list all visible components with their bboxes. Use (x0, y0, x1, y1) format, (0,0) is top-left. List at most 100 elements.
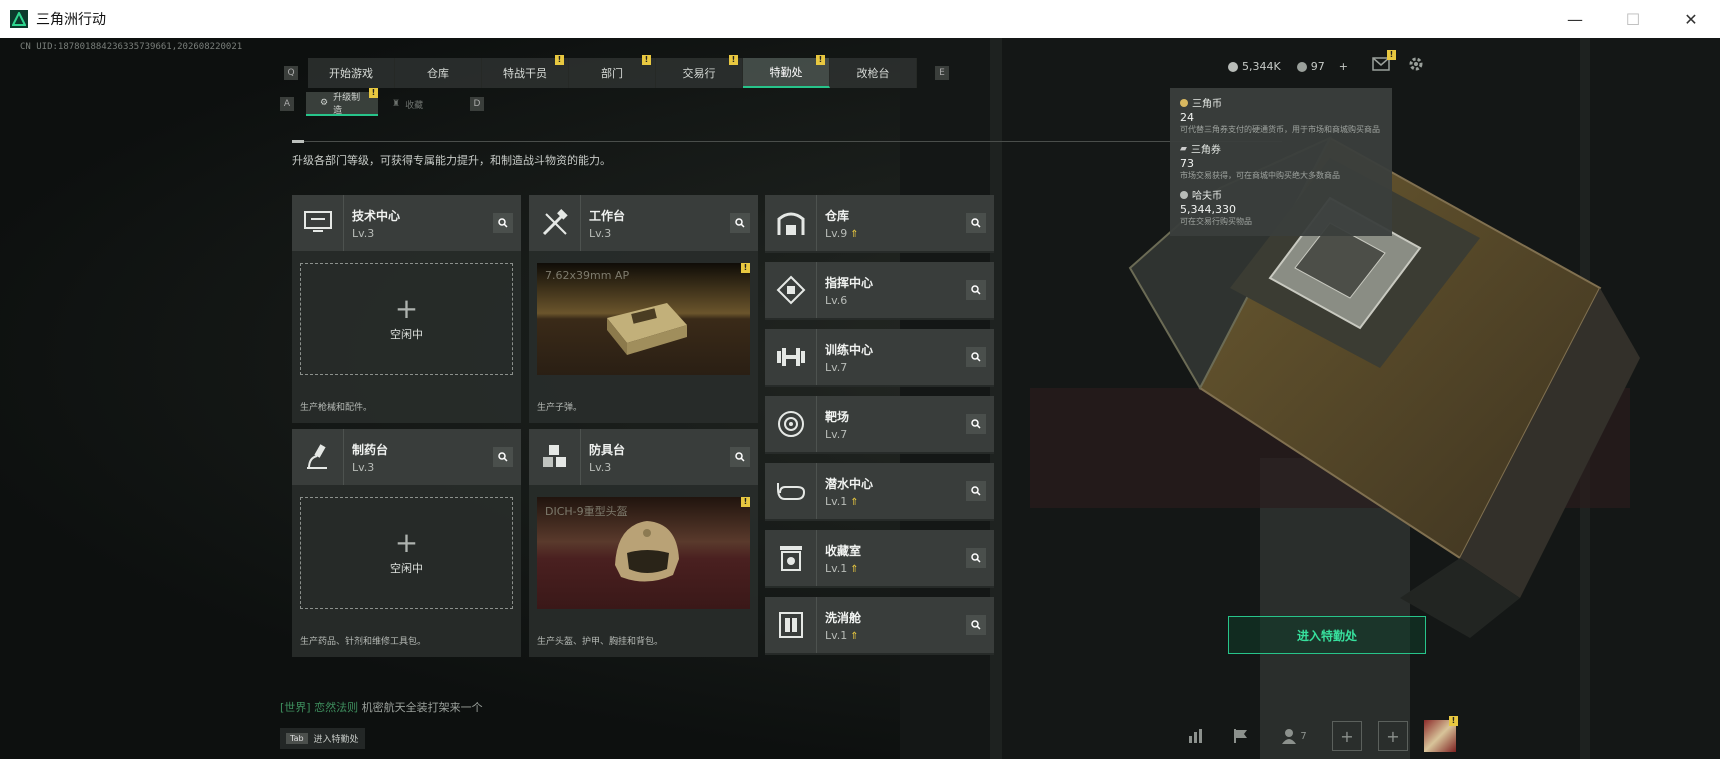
card-header: 制药台 Lv.3 (292, 429, 521, 485)
search-icon[interactable] (493, 213, 513, 233)
facility-row-collection-room[interactable]: 收藏室 Lv.1 ⇑ (765, 530, 994, 588)
tooltip-entry-value: 5,344,330 (1180, 203, 1236, 216)
facility-row-training-center[interactable]: 训练中心 Lv.7 (765, 329, 994, 387)
alert-badge: ! (1387, 50, 1396, 60)
card-level: Lv.3 (352, 461, 375, 474)
subnav-prev-key[interactable]: A (280, 97, 294, 111)
search-icon[interactable] (966, 481, 986, 501)
tooltip-entry-value: 24 (1180, 111, 1194, 124)
add-slot-button[interactable]: + (1378, 721, 1408, 751)
facility-row-shooting-range[interactable]: 靶场 Lv.7 (765, 396, 994, 454)
facility-row-warehouse[interactable]: 仓库 Lv.9 ⇑ (765, 195, 994, 253)
divider-accent (292, 140, 304, 143)
avatar[interactable]: ! (1424, 716, 1458, 752)
production-slot-item[interactable]: 7.62x39mm AP ! (537, 263, 750, 375)
facility-row-diving-center[interactable]: 潜水中心 Lv.1 ⇑ (765, 463, 994, 521)
row-title: 洗消舱 (825, 611, 862, 625)
stats-icon[interactable] (1180, 721, 1210, 751)
tab-warehouse[interactable]: 仓库 (395, 58, 482, 88)
facility-card-workbench[interactable]: 工作台 Lv.3 7.62x39mm AP ! 生产子弹。 (529, 195, 758, 423)
tooltip-entry-name: ▰ 三角券 (1180, 143, 1221, 157)
ticket-display[interactable]: 97 + (1296, 60, 1348, 73)
maximize-button[interactable]: ☐ (1604, 0, 1662, 38)
friends-icon[interactable]: 7 (1272, 721, 1316, 751)
tab-key-hint[interactable]: Tab 进入特勤处 (280, 728, 365, 749)
facility-row-command-center[interactable]: 指挥中心 Lv.6 (765, 262, 994, 320)
card-level: Lv.3 (589, 227, 612, 240)
search-icon[interactable] (966, 414, 986, 434)
tooltip-entry-desc: 可代替三角券支付的硬通货币，用于市场和商城购买商品 (1180, 125, 1380, 134)
facility-card-tech-center[interactable]: 技术中心 Lv.3 + 空闲中 生产枪械和配件。 (292, 195, 521, 423)
tooltip-entry-name: 哈夫币 (1180, 187, 1382, 202)
coin-icon (1180, 190, 1188, 199)
tab-start-game[interactable]: 开始游戏 (308, 58, 395, 88)
flag-icon[interactable] (1226, 721, 1256, 751)
add-slot-button[interactable]: + (1332, 721, 1362, 751)
chat-line[interactable]: [世界] 恋然法则 机密航天全装打架来一个 (280, 699, 483, 715)
row-header: 洗消舱 Lv.1 ⇑ (765, 597, 994, 653)
tab-trade[interactable]: 交易行! (656, 55, 743, 88)
tab-operators[interactable]: 特战干员! (482, 55, 569, 88)
tab-gunsmith[interactable]: 改枪台 (830, 58, 917, 88)
production-slot-item[interactable]: DICH-9重型头盔 ! (537, 497, 750, 609)
subnav-next-key[interactable]: D (470, 97, 484, 111)
add-currency-button[interactable]: + (1339, 60, 1348, 73)
add-icon: + (394, 292, 419, 325)
upgrade-available-icon: ⇑ (850, 497, 859, 508)
main-nav: Q 开始游戏 仓库 特战干员! 部门! 交易行! 特勤处! 改枪台 E (276, 55, 957, 88)
facility-card-pharmacy[interactable]: 制药台 Lv.3 + 空闲中 生产药品、针剂和维修工具包。 (292, 429, 521, 657)
minimize-button[interactable]: — (1546, 0, 1604, 38)
card-description: 生产枪械和配件。 (300, 403, 373, 413)
tab-collection[interactable]: ♜ 收藏 (378, 92, 458, 116)
search-icon[interactable] (966, 280, 986, 300)
search-icon[interactable] (966, 347, 986, 367)
search-icon[interactable] (966, 548, 986, 568)
enter-special-ops-button[interactable]: 进入特勤处 (1228, 616, 1426, 654)
card-title: 技术中心 (352, 209, 401, 223)
row-level: Lv.9 ⇑ (825, 227, 859, 240)
chat-sender[interactable]: 恋然法则 (314, 701, 358, 714)
tab-department[interactable]: 部门! (569, 55, 656, 88)
tools-icon (529, 195, 581, 251)
row-title: 仓库 (825, 209, 850, 223)
facility-row-decon-chamber[interactable]: 洗消舱 Lv.1 ⇑ (765, 597, 994, 655)
production-slot-empty[interactable]: + 空闲中 (300, 263, 513, 375)
tooltip-entry-name: 三角币 (1180, 95, 1382, 110)
row-level: Lv.1 ⇑ (825, 629, 859, 642)
alert-badge: ! (642, 55, 651, 65)
alert-badge: ! (816, 55, 825, 65)
row-level: Lv.7 (825, 361, 848, 374)
player-uid: CN UID:18780188423633573966​1,2026082200… (20, 42, 243, 52)
collection-icon (765, 530, 817, 586)
page-description: 升级各部门等级，可获得专属能力提升，和制造战斗物资的能力。 (292, 154, 611, 167)
mail-icon[interactable]: ! (1372, 50, 1396, 76)
alert-badge: ! (1449, 716, 1458, 726)
warehouse-icon (765, 195, 817, 251)
search-icon[interactable] (966, 213, 986, 233)
search-icon[interactable] (493, 447, 513, 467)
search-icon[interactable] (730, 213, 750, 233)
tooltip-entry-desc: 可在交易行购买物品 (1180, 217, 1252, 226)
tab-upgrade-craft[interactable]: ⚙ 升级制造 ! (306, 88, 378, 116)
alert-badge: ! (555, 55, 564, 65)
settings-gear-icon[interactable] (1408, 56, 1424, 76)
upgrade-available-icon: ⇑ (850, 631, 859, 642)
chat-channel: [世界] (280, 701, 311, 714)
decon-icon (765, 597, 817, 653)
tooltip-entry: 三角币 24 可代替三角券支付的硬通货币，用于市场和商城购买商品 (1180, 95, 1382, 135)
search-icon[interactable] (966, 615, 986, 635)
card-description: 生产头盔、护甲、胸挂和背包。 (537, 637, 664, 647)
nav-next-key[interactable]: E (935, 66, 949, 80)
tab-special-ops[interactable]: 特勤处! (743, 55, 830, 88)
card-description: 生产药品、针剂和维修工具包。 (300, 637, 427, 647)
row-header: 指挥中心 Lv.6 (765, 262, 994, 318)
nav-prev-key[interactable]: Q (284, 66, 298, 80)
diving-mask-icon (765, 463, 817, 519)
production-slot-empty[interactable]: + 空闲中 (300, 497, 513, 609)
search-icon[interactable] (730, 447, 750, 467)
cubes-icon (529, 429, 581, 485)
havoc-coin-display[interactable]: 5,344K (1228, 60, 1281, 73)
close-button[interactable]: ✕ (1662, 0, 1720, 38)
facility-card-armor-bench[interactable]: 防具台 Lv.3 DICH-9重型头盔 ! 生产头盔、护甲、胸挂和背包。 (529, 429, 758, 657)
tooltip-entry-value: 73 (1180, 157, 1194, 170)
